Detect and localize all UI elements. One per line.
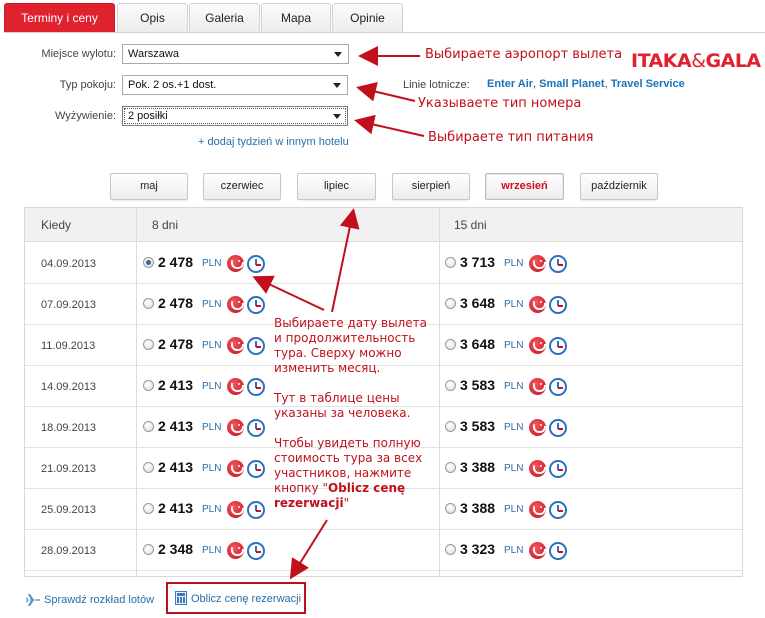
arrow-date [252,275,325,311]
arrow-month [331,208,360,313]
arrow-calc-button [289,519,328,580]
arrow-room [356,81,416,102]
annotation-arrows [252,46,425,580]
arrow-meal [354,114,425,137]
